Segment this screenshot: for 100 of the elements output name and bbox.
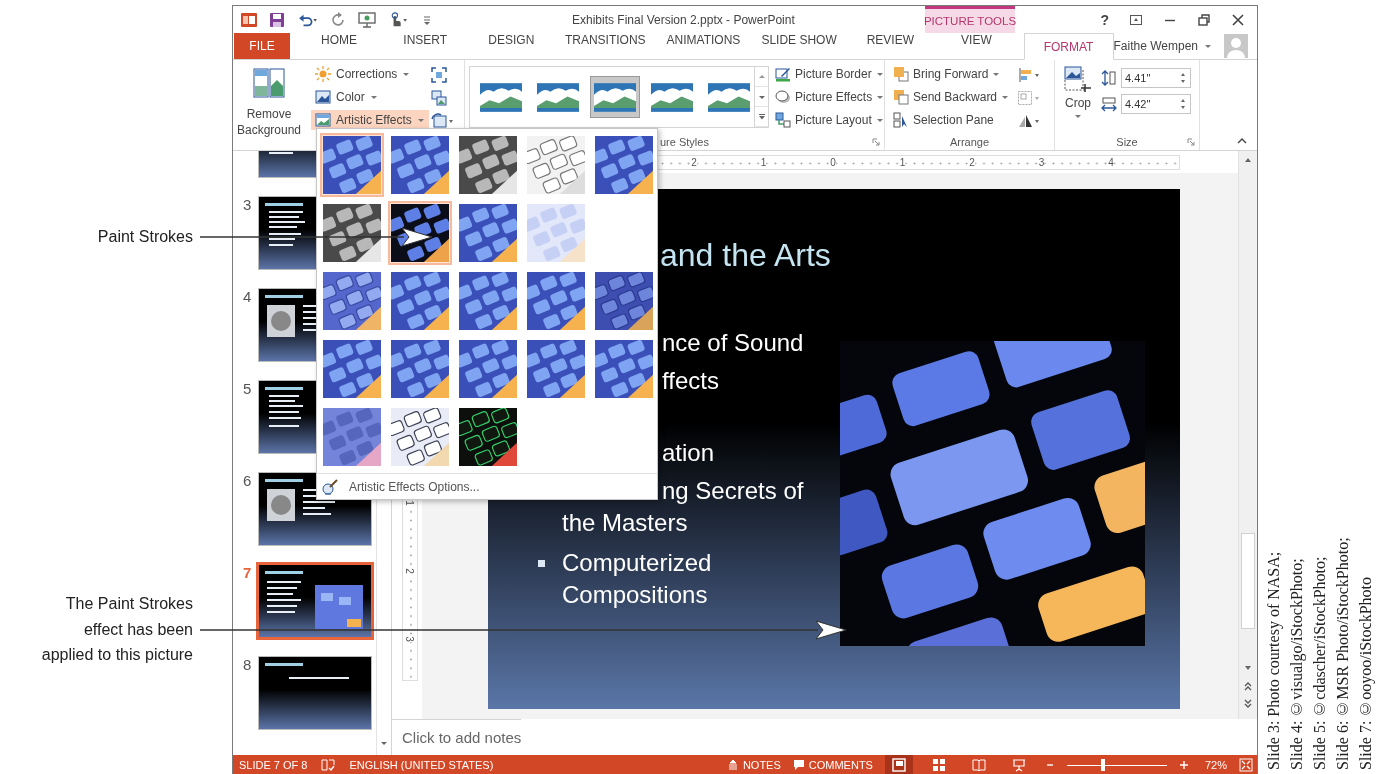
picture-command-button[interactable]: Picture Border	[775, 64, 885, 84]
effect-option[interactable]	[388, 133, 452, 197]
ribbon-display-icon[interactable]	[1129, 12, 1143, 27]
comments-button[interactable]: COMMENTS	[792, 759, 873, 771]
ribbon-tab[interactable]: INSERT	[382, 33, 469, 59]
adjust-menu-button[interactable]: Artistic Effects	[311, 110, 429, 130]
ruler-number: 3	[1038, 157, 1045, 168]
send-backward-icon	[893, 89, 909, 105]
group-label: Arrange	[949, 135, 990, 148]
callout-label: The Paint Strokes effect has been applied to this picture	[41, 594, 193, 665]
effect-option[interactable]	[320, 201, 384, 265]
restore-icon[interactable]	[1197, 12, 1211, 27]
picture-command-button[interactable]: Picture Layout	[775, 110, 885, 130]
caret-icon	[1074, 112, 1082, 120]
remove-background-button[interactable]: Remove Background	[233, 64, 305, 150]
width-icon	[1101, 96, 1117, 112]
landscape-icon	[708, 82, 750, 112]
callout-label: Paint Strokes	[97, 227, 193, 247]
selection-pane-icon	[893, 112, 909, 128]
height-field[interactable]: 4.41"	[1121, 68, 1191, 88]
view-button[interactable]	[884, 755, 913, 774]
arrange-command-button[interactable]: Send Backward	[893, 87, 1010, 107]
language-status[interactable]: ENGLISH (UNITED STATES)	[349, 759, 494, 771]
rotate-icon[interactable]	[1017, 113, 1042, 129]
help-button[interactable]: ?	[1100, 11, 1109, 28]
ribbon-tab[interactable]: TRANSITIONS	[554, 33, 657, 59]
effect-option[interactable]	[592, 337, 656, 401]
scroll-down-icon[interactable]	[380, 739, 389, 747]
compress-icon[interactable]	[431, 67, 447, 83]
ribbon-tab[interactable]: DESIGN	[468, 33, 555, 59]
reading-view-icon	[971, 758, 986, 772]
effect-option[interactable]	[456, 269, 520, 333]
ruler-number: 0	[830, 157, 836, 168]
ribbon-tab[interactable]: HOME	[296, 33, 383, 59]
spin-arrows-icon[interactable]	[1179, 97, 1187, 111]
caret-icon[interactable]	[1204, 42, 1212, 50]
zoom-in-icon[interactable]	[1178, 760, 1189, 770]
bullet-text: the Masters	[562, 508, 688, 538]
adjust-menu-button[interactable]: Corrections	[311, 64, 415, 84]
next-slide-icon[interactable]	[1243, 699, 1253, 709]
effect-option[interactable]	[524, 337, 588, 401]
ruler-number: 1	[403, 500, 414, 506]
picture-command-button[interactable]: Picture Effects	[775, 87, 885, 107]
zoom-level[interactable]: 72%	[1204, 759, 1227, 771]
ribbon-tab[interactable]: FORMAT	[1023, 33, 1114, 60]
change-picture-icon[interactable]	[431, 90, 447, 106]
crop-button[interactable]: Crop	[1061, 64, 1095, 133]
ribbon-tab[interactable]: ANIMATIONS	[656, 33, 751, 59]
user-name[interactable]: Faithe Wempen	[1113, 39, 1198, 53]
effect-option[interactable]	[524, 269, 588, 333]
adjust-menu-button[interactable]: Color	[311, 87, 382, 107]
arrange-command-button[interactable]: Bring Forward	[893, 64, 1010, 84]
landscape-icon	[537, 82, 579, 112]
effect-option[interactable]	[388, 201, 452, 265]
ruler-number: 3	[403, 636, 414, 642]
effect-option[interactable]	[456, 405, 520, 469]
scroll-thumb[interactable]	[1241, 533, 1255, 629]
effect-option[interactable]	[592, 133, 656, 197]
save-icon[interactable]	[268, 10, 286, 29]
spin-arrows-icon[interactable]	[1179, 71, 1187, 85]
layout-icon	[775, 112, 791, 128]
ribbon-tab[interactable]: VIEW	[933, 33, 1020, 59]
slide-title: and the Arts	[660, 236, 831, 275]
effect-option[interactable]	[388, 337, 452, 401]
close-icon[interactable]	[1231, 12, 1245, 27]
ribbon-tab[interactable]: REVIEW	[847, 33, 934, 59]
artistic-effects-options-item[interactable]: Artistic Effects Options...	[317, 473, 657, 499]
caret-up-icon	[757, 72, 766, 81]
effect-option[interactable]	[592, 269, 656, 333]
effect-option[interactable]	[456, 337, 520, 401]
previous-slide-icon[interactable]	[1243, 681, 1253, 691]
effect-option[interactable]	[388, 405, 452, 469]
effect-option[interactable]	[320, 337, 384, 401]
slide-thumbnail[interactable]	[256, 562, 374, 640]
notes-button[interactable]: NOTES	[726, 759, 781, 771]
effect-option[interactable]	[456, 133, 520, 197]
presenter-icon[interactable]	[358, 10, 376, 29]
caret-icon	[876, 93, 885, 101]
bullet-icon	[538, 560, 545, 567]
dialog-launcher-icon[interactable]	[1187, 138, 1195, 146]
effect-option[interactable]	[456, 201, 520, 265]
effect-option[interactable]	[320, 269, 384, 333]
bullet-text: Compositions	[562, 580, 708, 610]
width-field[interactable]: 4.42"	[1121, 94, 1191, 114]
effect-option[interactable]	[388, 269, 452, 333]
ribbon-tab[interactable]: SLIDE SHOW	[750, 33, 848, 59]
group-label: Size	[1116, 135, 1138, 148]
slide-thumbnail[interactable]	[258, 656, 372, 730]
dialog-launcher-icon[interactable]	[872, 138, 880, 146]
collapse-ribbon-icon[interactable]	[1237, 136, 1247, 146]
picture-style-option[interactable]	[590, 76, 640, 118]
arrange-command-button[interactable]: Selection Pane	[893, 110, 1010, 130]
ribbon-tab[interactable]: FILE	[234, 33, 290, 59]
caret-icon	[875, 70, 884, 78]
reset-picture-icon[interactable]	[431, 113, 455, 129]
photo-credit: Slide 5: ©cdascher/iStockPhoto;	[1310, 555, 1329, 770]
zoom-slider-thumb[interactable]	[1100, 759, 1105, 771]
ruler-number: 2	[403, 568, 414, 574]
fit-to-window-icon[interactable]	[1239, 758, 1253, 772]
proofing-icon[interactable]	[321, 758, 336, 772]
